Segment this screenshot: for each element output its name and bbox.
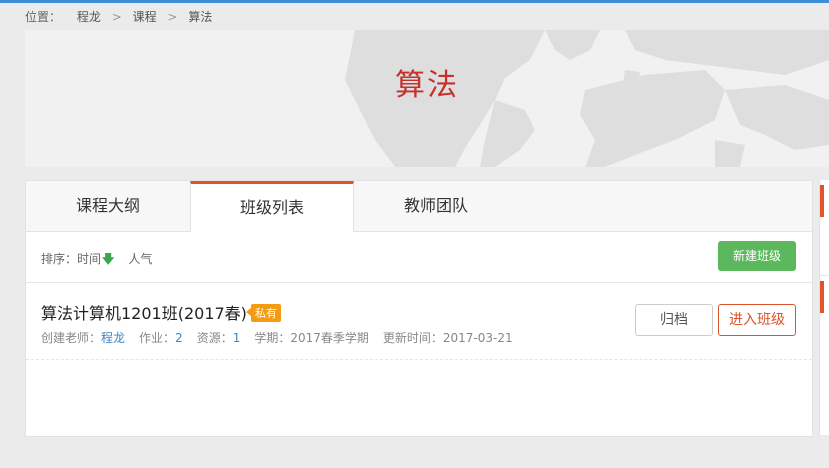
breadcrumb-separator: >: [111, 10, 122, 24]
creator-label: 创建老师：: [41, 331, 102, 345]
arrow-down-icon: 🡇: [102, 252, 115, 266]
breadcrumb: 位置： 程龙 > 课程 > 算法: [25, 8, 212, 25]
breadcrumb-item-teacher[interactable]: 程龙: [77, 8, 101, 25]
class-name-link[interactable]: 算法计算机1201班(2017春): [41, 304, 247, 323]
course-panel: 课程大纲 班级列表 教师团队 排序：时间🡇 人气 新建班级 算法计算机1201班(…: [25, 180, 813, 437]
course-banner: 算法: [25, 30, 829, 167]
banner-title: 算法: [395, 68, 459, 103]
enter-class-button[interactable]: 进入班级: [718, 304, 796, 336]
homework-label: 作业：: [139, 331, 176, 345]
sort-options: 排序：时间🡇 人气: [41, 250, 152, 271]
side-section-marker: [820, 281, 824, 313]
sort-by-popularity[interactable]: 人气: [128, 252, 152, 266]
tab-syllabus[interactable]: 课程大纲: [26, 181, 190, 231]
class-title: 算法计算机1201班(2017春) 私有: [41, 300, 281, 324]
class-meta: 创建老师：程龙 作业：2 资源：1 学期：2017春季学期 更新时间：2017-03-2…: [41, 329, 513, 346]
sort-label: 排序：: [41, 252, 78, 266]
creator-link[interactable]: 程龙: [101, 331, 125, 345]
class-list-toolbar: 排序：时间🡇 人气 新建班级: [26, 232, 812, 283]
new-class-button[interactable]: 新建班级: [718, 241, 796, 271]
breadcrumb-item-course[interactable]: 课程: [133, 8, 157, 25]
term-text: 学期：2017春季学期: [254, 331, 369, 345]
side-divider: [820, 275, 829, 276]
tab-class-list[interactable]: 班级列表: [190, 181, 354, 232]
archive-button[interactable]: 归档: [635, 304, 713, 336]
tab-bar: 课程大纲 班级列表 教师团队: [26, 181, 812, 232]
top-accent-line: [0, 0, 829, 3]
resources-count: 1: [232, 331, 241, 345]
breadcrumb-prefix: 位置：: [25, 10, 62, 24]
homework-count: 2: [175, 331, 183, 345]
updated-time: 更新时间：2017-03-21: [382, 331, 513, 345]
side-panel-partial: [819, 180, 829, 435]
resources-label: 资源：: [196, 331, 233, 345]
tab-teacher-team[interactable]: 教师团队: [354, 181, 518, 231]
sort-by-time[interactable]: 时间: [77, 252, 101, 266]
class-list-item: 算法计算机1201班(2017春) 私有 创建老师：程龙 作业：2 资源：1 学期：20…: [26, 283, 812, 360]
side-section-marker: [820, 185, 824, 217]
breadcrumb-item-current: 算法: [188, 10, 213, 24]
private-badge: 私有: [245, 304, 281, 322]
breadcrumb-separator: >: [167, 10, 178, 24]
